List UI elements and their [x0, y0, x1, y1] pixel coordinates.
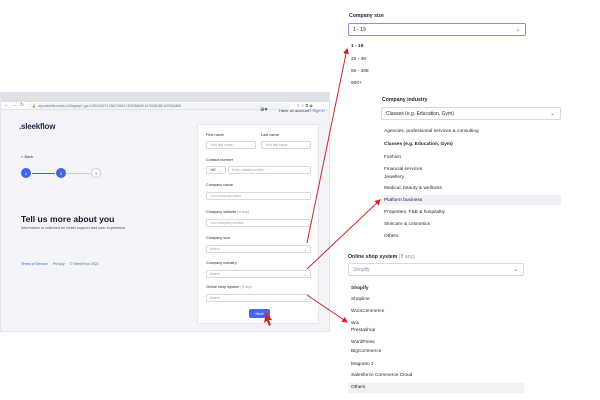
next-button[interactable]: Next [249, 309, 270, 318]
lock-icon: 🔒 [32, 103, 37, 108]
back-arrow-icon[interactable]: ← [4, 103, 9, 108]
company-website-label: Company website (If any) [206, 210, 249, 214]
company-name-input[interactable]: Your company name [206, 192, 311, 200]
company-size-zoom-value: 1 - 19 [353, 26, 366, 33]
option-item[interactable]: Shopline [351, 297, 370, 302]
company-industry-label: Company industry [206, 261, 237, 265]
option-item[interactable]: Classes (e.g. Education, Gym) [384, 142, 453, 147]
option-item[interactable]: Magneto 2 [351, 362, 374, 367]
option-item[interactable]: Skincare & cosmetics [384, 222, 430, 227]
terms-link[interactable]: Terms of Service [21, 262, 48, 266]
first-name-label: First name [206, 133, 224, 137]
company-industry-zoom-label: Company industry [382, 97, 428, 103]
step-1: 1 [21, 168, 31, 178]
option-item[interactable]: Platform business [384, 198, 422, 203]
online-shop-label-text: Online shop system [206, 285, 240, 289]
page-title: Tell us more about you [21, 214, 115, 224]
url-text: app.sleekflow.io/en-US/signup?_ga=2.2511… [38, 103, 182, 108]
company-name-label: Company name [206, 183, 233, 187]
tab-bar [1, 93, 329, 102]
optional-tag: (If any) [237, 210, 250, 214]
first-name-input[interactable]: Your first name [206, 141, 256, 149]
option-item[interactable]: Properties, F&B & hospitality [384, 210, 445, 215]
chevron-down-icon: ⌄ [549, 111, 555, 117]
chevron-down-icon: ⌄ [218, 168, 222, 173]
company-industry-value: Select [210, 272, 220, 276]
copyright: © SleekFlow 2022 [69, 262, 99, 266]
chevron-down-icon: ⌄ [303, 272, 307, 277]
optional-tag: (If any) [398, 254, 415, 260]
step-connector [32, 172, 55, 174]
chevron-down-icon: ⌄ [303, 296, 307, 301]
sign-in-link[interactable]: Sign in [312, 108, 324, 113]
option-item[interactable]: 500+ [351, 81, 362, 86]
option-item[interactable]: Medical, beauty & wellness [384, 186, 442, 191]
have-account-text: Have an account? [279, 108, 312, 113]
option-item[interactable]: 50 - 499 [351, 69, 369, 74]
online-shop-options: Shopify Shopline WooCommerce Wix Prestas… [348, 278, 524, 396]
option-item[interactable]: Salesforce Commerce Cloud [351, 373, 412, 378]
option-item[interactable]: Others [384, 234, 398, 239]
company-size-label: Company size [206, 236, 231, 240]
online-shop-zoom-value: Shopify [353, 266, 370, 273]
optional-tag: (If any) [240, 285, 253, 289]
online-shop-select[interactable]: Select ⌄ [206, 294, 311, 302]
company-size-options: 1 - 19 20 - 49 50 - 499 500+ [348, 38, 526, 90]
company-size-select[interactable]: Select ⌄ [206, 245, 311, 253]
option-item[interactable]: WordPress [351, 340, 375, 345]
online-shop-zoom-label: Online shop system (If any) [348, 254, 415, 260]
chevron-down-icon: ⌄ [514, 27, 520, 33]
company-industry-options: Agencies, professional services & consul… [381, 122, 561, 246]
online-shop-value: Select [210, 296, 220, 300]
option-item[interactable]: Wix [351, 321, 359, 326]
step-2: 2 [56, 168, 66, 178]
back-link[interactable]: < Back [21, 154, 33, 159]
chevron-down-icon: ⌄ [303, 247, 307, 252]
online-shop-zoom-label-text: Online shop system [348, 254, 398, 260]
company-industry-select[interactable]: Select ⌄ [206, 270, 311, 278]
country-code: +62 [210, 168, 216, 172]
option-item[interactable]: WooCommerce [351, 309, 384, 314]
contact-label: Contact number [206, 158, 234, 162]
globe-icon[interactable]: ⊕▾ [260, 107, 267, 113]
contact-number-input[interactable]: Enter contact number [228, 166, 311, 174]
option-item[interactable]: Prestashop [351, 328, 375, 333]
hover-highlight [348, 383, 524, 393]
step-3: 3 [91, 168, 101, 178]
progress-steps: 1 2 3 [21, 168, 111, 180]
option-item[interactable]: Financial services [384, 167, 422, 172]
option-item[interactable]: Fashion [384, 155, 401, 160]
signup-form: First name Your first name Last name You… [197, 124, 319, 324]
step-connector [67, 172, 90, 174]
option-item[interactable]: BigCommerce [351, 349, 381, 354]
option-item[interactable]: 20 - 49 [351, 57, 366, 62]
company-size-zoom-label: Company size [349, 13, 384, 19]
chevron-down-icon: ⌄ [512, 267, 518, 273]
company-website-input[interactable]: Your company website [206, 219, 311, 227]
option-item[interactable]: Agencies, professional services & consul… [384, 129, 479, 134]
option-item[interactable]: 1 - 19 [351, 44, 363, 49]
reload-icon[interactable]: ↻ [20, 103, 24, 108]
last-name-input[interactable]: Your last name [261, 141, 311, 149]
url-field[interactable]: 🔒 app.sleekflow.io/en-US/signup?_ga=2.25… [28, 102, 291, 109]
company-size-value: Select [210, 247, 220, 251]
forward-arrow-icon[interactable]: → [12, 103, 17, 108]
online-shop-zoom-select[interactable]: Shopify ⌄ [348, 263, 524, 276]
country-code-select[interactable]: +62 ⌄ [206, 166, 226, 174]
signin-prompt: Have an account? Sign in [279, 108, 325, 113]
sleekflow-logo[interactable]: .sleekflow [19, 122, 55, 131]
company-industry-zoom-value: Classes (e.g. Education, Gym) [386, 110, 454, 117]
footer: Terms of Service Privacy © SleekFlow 202… [21, 262, 99, 266]
last-name-label: Last name [261, 133, 279, 137]
company-size-zoom-select[interactable]: 1 - 19 ⌄ [348, 23, 526, 36]
option-item[interactable]: Shopify [351, 286, 369, 291]
option-item[interactable]: Others [351, 385, 365, 390]
page-subtitle: Information is collected for better supp… [21, 226, 127, 230]
option-item[interactable]: Jewellery [384, 175, 404, 180]
company-industry-zoom-select[interactable]: Classes (e.g. Education, Gym) ⌄ [381, 107, 561, 120]
signup-info-pane: .sleekflow < Back 1 2 3 Tell us more abo… [1, 110, 197, 331]
privacy-link[interactable]: Privacy [53, 262, 65, 266]
company-website-label-text: Company website [206, 210, 237, 214]
online-shop-label: Online shop system (If any) [206, 285, 252, 289]
